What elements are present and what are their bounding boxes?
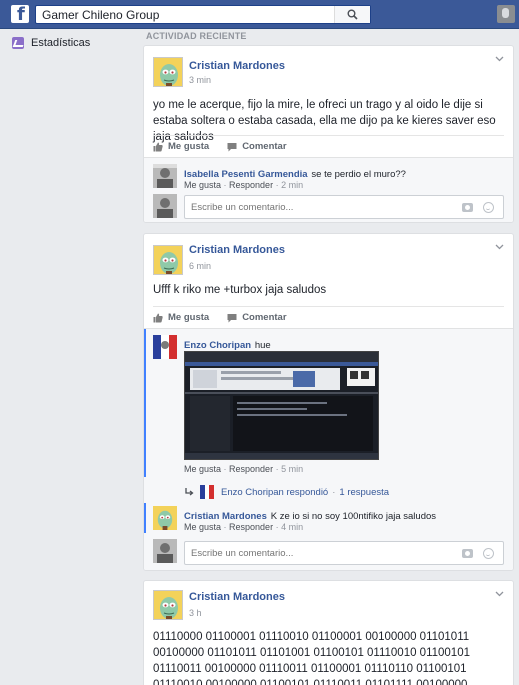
comment-text: se te perdio el muro?? <box>311 169 406 180</box>
replies-link[interactable]: Enzo Choripan respondió · 1 respuesta <box>184 485 389 499</box>
comment-time[interactable]: 5 min <box>281 464 303 474</box>
search-icon <box>347 9 358 20</box>
comment-author[interactable]: Enzo Choripan <box>184 340 251 351</box>
comment-box <box>184 541 504 565</box>
comments-section: Isabella Pesenti Garmendia se te perdio … <box>144 157 513 222</box>
emoji-icon[interactable] <box>483 202 494 213</box>
search-input[interactable] <box>36 6 336 23</box>
post-author[interactable]: Cristian Mardones <box>189 591 285 603</box>
thumbs-up-icon <box>153 313 163 322</box>
highlight-bar <box>144 329 146 477</box>
comment-like-link[interactable]: Me gusta <box>184 180 221 190</box>
emoji-icon[interactable] <box>483 548 494 559</box>
comment-item: Enzo Choripan hue Me gusta · Responder ·… <box>153 335 504 485</box>
comment-item: Isabella Pesenti Garmendia se te perdio … <box>153 164 504 192</box>
comment-author[interactable]: Cristian Mardones <box>184 511 267 522</box>
commenter-avatar[interactable] <box>153 335 177 359</box>
camera-icon[interactable] <box>462 549 473 558</box>
comment-reply-link[interactable]: Responder <box>229 522 273 532</box>
like-label: Me gusta <box>168 312 210 323</box>
comment-button[interactable]: Comentar <box>227 141 287 152</box>
section-title: ACTIVIDAD RECIENTE <box>146 31 247 41</box>
comment-icon <box>227 313 237 322</box>
comment-input[interactable] <box>185 542 455 564</box>
like-button[interactable]: Me gusta <box>153 141 209 152</box>
chevron-down-icon[interactable] <box>495 589 504 598</box>
sidebar-item-label: Estadísticas <box>31 37 91 49</box>
comment-like-link[interactable]: Me gusta <box>184 464 221 474</box>
commenter-avatar[interactable] <box>153 506 177 530</box>
post-card: Cristian Mardones 3 min yo me le acerque… <box>143 45 514 223</box>
post-actions: Me gusta Comentar <box>153 135 504 157</box>
comment-box <box>184 195 504 219</box>
comment-label: Comentar <box>242 141 287 152</box>
replied-by-text: Enzo Choripan respondió <box>221 486 329 498</box>
comment-meta: Me gusta · Responder · 5 min <box>184 464 304 474</box>
reply-arrow-icon <box>185 488 194 496</box>
post-time[interactable]: 3 min <box>189 75 211 85</box>
comment-time[interactable]: 2 min <box>281 180 303 190</box>
comment-input[interactable] <box>185 196 455 218</box>
like-button[interactable]: Me gusta <box>153 312 209 323</box>
comment-button[interactable]: Comentar <box>227 312 287 323</box>
comment-label: Comentar <box>242 312 287 323</box>
comment-reply-link[interactable]: Responder <box>229 180 273 190</box>
author-avatar[interactable] <box>153 57 183 87</box>
post-card: Cristian Mardones 3 h 01110000 01100001 … <box>143 580 514 685</box>
comment-item: Cristian Mardones K ze io si no soy 100n… <box>153 506 504 534</box>
comment-line: Isabella Pesenti Garmendia se te perdio … <box>184 166 504 180</box>
thumbs-up-icon <box>153 142 163 151</box>
chevron-down-icon[interactable] <box>495 54 504 63</box>
replier-avatar <box>200 485 214 499</box>
current-user-avatar <box>153 194 177 218</box>
facebook-logo-icon[interactable]: f <box>11 5 29 23</box>
stats-icon <box>12 37 24 49</box>
post-author[interactable]: Cristian Mardones <box>189 244 285 256</box>
current-user-avatar <box>153 539 177 563</box>
comment-meta: Me gusta · Responder · 4 min <box>184 522 304 532</box>
comment-text: K ze io si no soy 100ntifiko jaja saludo… <box>270 511 437 522</box>
reply-count: 1 respuesta <box>339 486 390 498</box>
chevron-down-icon[interactable] <box>495 242 504 251</box>
top-navigation-bar: f <box>0 0 519 29</box>
post-time[interactable]: 6 min <box>189 261 211 271</box>
comment-icon <box>227 142 237 151</box>
author-avatar[interactable] <box>153 245 183 275</box>
post-text: Ufff k riko me +turbox jaja saludos <box>153 284 327 296</box>
camera-icon[interactable] <box>462 203 473 212</box>
comment-time[interactable]: 4 min <box>281 522 303 532</box>
sidebar-item-estadisticas[interactable]: Estadísticas <box>12 36 90 50</box>
comments-section: Enzo Choripan hue Me gusta · Responder ·… <box>144 328 513 570</box>
comment-meta: Me gusta · Responder · 2 min <box>184 180 304 190</box>
comment-reply-link[interactable]: Responder <box>229 464 273 474</box>
post-actions: Me gusta Comentar <box>153 306 504 328</box>
comment-screenshot-image[interactable] <box>184 351 379 460</box>
search-box <box>35 5 371 24</box>
post-card: Cristian Mardones 6 min Ufff k riko me +… <box>143 233 514 571</box>
search-button[interactable] <box>334 6 370 23</box>
like-label: Me gusta <box>168 141 210 152</box>
commenter-avatar[interactable] <box>153 164 177 188</box>
comment-like-link[interactable]: Me gusta <box>184 522 221 532</box>
comment-line: Enzo Choripan hue <box>184 337 504 351</box>
post-time[interactable]: 3 h <box>189 608 202 618</box>
post-author[interactable]: Cristian Mardones <box>189 60 285 72</box>
comment-line: Cristian Mardones K ze io si no soy 100n… <box>184 508 504 522</box>
author-avatar[interactable] <box>153 590 183 620</box>
comment-text: hue <box>254 340 271 351</box>
post-text: 01110000 01100001 01110010 01100001 0010… <box>153 631 470 685</box>
comment-author[interactable]: Isabella Pesenti Garmendia <box>184 169 308 180</box>
profile-avatar[interactable] <box>497 5 515 23</box>
highlight-bar <box>144 503 146 533</box>
